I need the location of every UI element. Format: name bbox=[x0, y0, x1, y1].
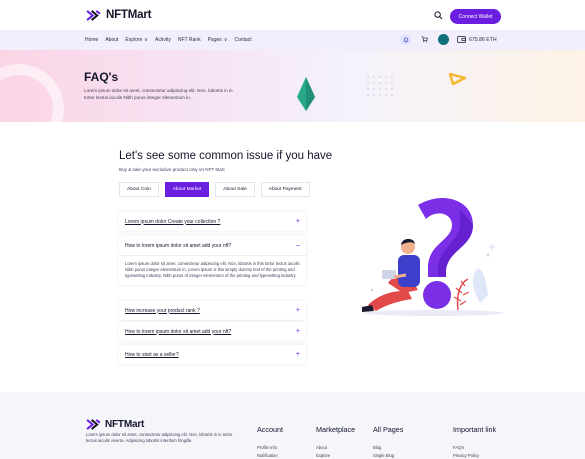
site-footer: NFTMart Lorem ipsum dolor sit amet, cons… bbox=[0, 392, 585, 459]
triangle-decoration-icon bbox=[448, 72, 467, 86]
footer-logo[interactable]: NFTMart bbox=[86, 419, 144, 430]
faq-question-toggle[interactable]: Lorem ipsum dolor Create your collection… bbox=[119, 212, 306, 231]
tab-about-payment[interactable]: About Payment bbox=[260, 182, 310, 197]
main-nav: Home About Explore ∨ Activity NFT Rank Pages ∨ C… bbox=[0, 30, 585, 50]
footer-brand-name: NFTMart bbox=[105, 419, 145, 430]
top-bar: NFTMart Connect Wallet bbox=[0, 0, 585, 30]
faq-answer: Lorem ipsum dolor sit amet, consectetur … bbox=[119, 255, 306, 285]
footer-column-account: Account Profile Info Notification bbox=[257, 425, 283, 459]
nav-item-label: Contact bbox=[234, 37, 252, 43]
footer-column-title: All Pages bbox=[373, 425, 404, 434]
hero-dot-grid bbox=[365, 74, 395, 100]
faq-question: How increase your product rank ? bbox=[125, 307, 200, 314]
nav-item-pages[interactable]: Pages ∨ bbox=[208, 37, 228, 43]
footer-link[interactable]: Single Blog bbox=[373, 452, 403, 459]
nav-item-label: About bbox=[105, 37, 119, 43]
footer-link[interactable]: Notification bbox=[257, 452, 283, 459]
faq-question: How to lorem ipsum dolor sit amet add yo… bbox=[125, 242, 232, 249]
wallet-balance-value: 675.86 ETH bbox=[469, 36, 497, 43]
ethereum-gem-icon bbox=[297, 77, 315, 111]
chevron-down-icon: ∨ bbox=[144, 37, 149, 43]
expand-icon: + bbox=[295, 218, 300, 225]
brand-logo[interactable]: NFTMart bbox=[86, 9, 151, 21]
nftmart-logo-icon bbox=[86, 9, 101, 21]
question-mark-illustration bbox=[362, 197, 503, 316]
faq-section-subtitle: Buy & sale your exclusive product only o… bbox=[119, 167, 225, 172]
notification-bell-icon[interactable] bbox=[400, 34, 411, 45]
search-icon[interactable] bbox=[434, 11, 443, 20]
brand-name: NFTMart bbox=[106, 9, 152, 21]
footer-column-marketplace: Marketplace About Explore bbox=[316, 425, 355, 459]
cart-icon[interactable] bbox=[419, 34, 430, 45]
footer-link[interactable]: Privacy Policy bbox=[453, 452, 496, 459]
wallet-balance[interactable]: 675.86 ETH bbox=[457, 36, 497, 43]
nav-item-contact[interactable]: Contact bbox=[234, 37, 251, 43]
expand-icon: + bbox=[295, 307, 300, 314]
faq-item: How increase your product rank ? + bbox=[119, 301, 306, 320]
page-hero: FAQ's Lorem ipsum dolor sit amet, consec… bbox=[0, 50, 585, 122]
expand-icon: + bbox=[295, 328, 300, 335]
chevron-down-icon: ∨ bbox=[223, 37, 228, 43]
nav-item-label: Pages bbox=[207, 37, 222, 43]
faq-question: How to lorem ipsum dolor sit amet add yo… bbox=[125, 328, 232, 335]
faq-question-toggle[interactable]: How to lorem ipsum dolor sit amet add yo… bbox=[119, 322, 306, 341]
nav-item-label: Home bbox=[85, 37, 99, 43]
faq-item: How to lorem ipsum dolor sit amet add yo… bbox=[119, 236, 306, 285]
footer-column-title: Account bbox=[257, 425, 283, 434]
nav-menu: Home About Explore ∨ Activity NFT Rank Pages ∨ C… bbox=[85, 37, 252, 43]
nav-item-label: Activity bbox=[155, 37, 171, 43]
footer-column-all-pages: All Pages Blog Single Blog bbox=[373, 425, 403, 459]
tab-about-coin[interactable]: About Coin bbox=[119, 182, 159, 197]
footer-link[interactable]: FAQ's bbox=[453, 444, 496, 452]
tab-about-market[interactable]: About Market bbox=[164, 182, 210, 197]
footer-column-important-link: Important link FAQ's Privacy Policy bbox=[453, 425, 496, 459]
hero-decoration-ring bbox=[0, 64, 64, 122]
nav-item-activity[interactable]: Activity bbox=[155, 37, 171, 43]
footer-link[interactable]: Explore bbox=[316, 452, 355, 459]
footer-column-title: Important link bbox=[453, 425, 497, 434]
footer-column-title: Marketplace bbox=[316, 425, 356, 434]
page-title: FAQ's bbox=[84, 70, 119, 84]
nftmart-logo-icon bbox=[86, 419, 101, 430]
faq-question-toggle[interactable]: How increase your product rank ? + bbox=[119, 301, 306, 320]
nav-item-home[interactable]: Home bbox=[85, 37, 98, 43]
faq-question-toggle[interactable]: How to lorem ipsum dolor sit amet add yo… bbox=[119, 236, 306, 255]
faq-question: How to start as a seller? bbox=[125, 351, 179, 358]
footer-description: Lorem ipsum dolor sit amet, consectetur … bbox=[86, 432, 233, 443]
nav-item-label: NFT Rank bbox=[177, 37, 201, 43]
faq-item: How to lorem ipsum dolor sit amet add yo… bbox=[119, 322, 306, 341]
expand-icon: + bbox=[295, 351, 300, 358]
faq-item: How to start as a seller? + bbox=[119, 345, 306, 364]
footer-link[interactable]: Profile Info bbox=[257, 444, 283, 452]
nav-actions: 675.86 ETH bbox=[400, 34, 497, 45]
nav-item-explore[interactable]: Explore ∨ bbox=[125, 37, 148, 43]
faq-tabs: About Coin About Market About Sale About Pa… bbox=[119, 182, 310, 197]
faq-question: Lorem ipsum dolor Create your collection… bbox=[125, 218, 221, 225]
collapse-icon: – bbox=[296, 242, 300, 249]
hero-description: Lorem ipsum dolor sit amet, consectetur … bbox=[84, 88, 233, 100]
wallet-icon bbox=[457, 36, 466, 43]
tab-about-sale[interactable]: About Sale bbox=[215, 182, 255, 197]
nav-item-nft-rank[interactable]: NFT Rank bbox=[178, 37, 201, 43]
user-avatar[interactable] bbox=[438, 34, 449, 45]
faq-question-toggle[interactable]: How to start as a seller? + bbox=[119, 345, 306, 364]
footer-link[interactable]: Blog bbox=[373, 444, 403, 452]
nav-item-label: Explore bbox=[125, 37, 143, 43]
faq-section-title: Let's see some common issue if you have bbox=[119, 150, 333, 162]
footer-link[interactable]: About bbox=[316, 444, 355, 452]
nav-item-about[interactable]: About bbox=[105, 37, 118, 43]
connect-wallet-button[interactable]: Connect Wallet bbox=[450, 9, 501, 24]
faq-item: Lorem ipsum dolor Create your collection… bbox=[119, 212, 306, 231]
